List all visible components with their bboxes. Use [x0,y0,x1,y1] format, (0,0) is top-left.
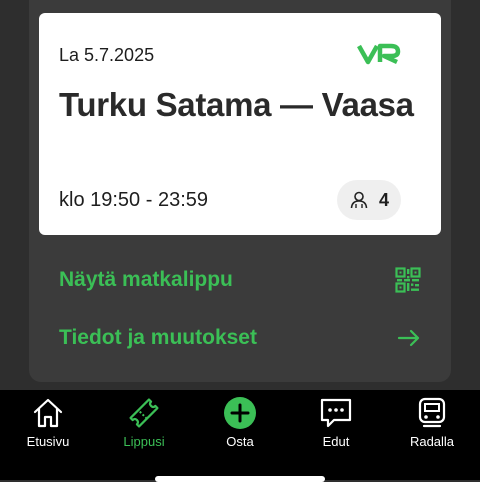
bottom-navigation: Etusivu Lippusi Osta Edut Radalla [0,390,480,480]
nav-item-etusivu[interactable]: Etusivu [8,396,88,449]
show-ticket-button[interactable]: Näytä matkalippu [59,260,421,300]
details-button[interactable]: Tiedot ja muutokset [59,318,421,358]
show-ticket-label: Näytä matkalippu [59,268,233,291]
departure-time: klo 19:50 - 23:59 [59,189,208,211]
plus-icon [224,397,256,429]
nav-label-lippusi: Lippusi [123,434,165,449]
ticket-card[interactable]: La 5.7.2025 Turku Satama — Vaasa klo 19:… [39,13,441,235]
nav-item-osta[interactable]: Osta [200,396,280,449]
vr-logo-icon [357,43,401,65]
passenger-count-badge: 4 [337,180,401,220]
nav-item-edut[interactable]: Edut [296,396,376,449]
nav-label-osta: Osta [226,434,254,449]
home-icon [33,398,63,428]
nav-label-etusivu: Etusivu [26,434,70,449]
details-label: Tiedot ja muutokset [59,326,257,349]
chat-icon [320,398,352,428]
nav-item-radalla[interactable]: Radalla [392,396,472,449]
person-icon [350,191,368,209]
route-title: Turku Satama — Vaasa [59,86,414,123]
arrow-right-icon [397,329,420,347]
nav-item-lippusi[interactable]: Lippusi [104,396,184,449]
nav-label-radalla: Radalla [409,434,455,449]
ticket-date: La 5.7.2025 [59,45,155,65]
ticket-icon [129,398,159,428]
home-indicator [155,476,325,482]
nav-label-edut: Edut [322,434,350,449]
passenger-count: 4 [378,189,389,210]
qr-code-icon [395,267,421,293]
train-icon [418,397,446,428]
